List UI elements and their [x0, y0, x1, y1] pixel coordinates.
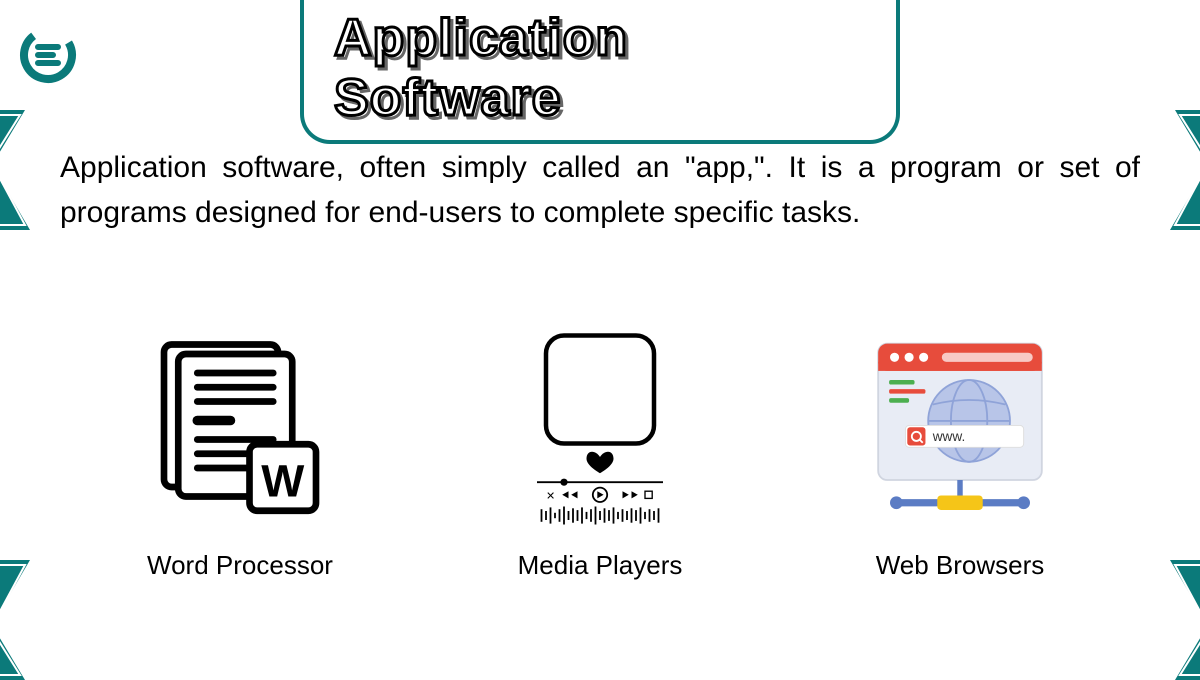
brand-logo-icon	[18, 25, 78, 85]
corner-decoration-icon	[0, 560, 75, 680]
title-container: Application Software Application Softwar…	[300, 0, 900, 144]
web-browser-icon: www.	[860, 330, 1060, 530]
description-text: Application software, often simply calle…	[60, 145, 1140, 235]
example-label: Web Browsers	[876, 550, 1045, 581]
example-item: www. Web Browsers	[860, 330, 1060, 581]
page-title: Application Software Application Softwar…	[334, 8, 866, 128]
example-item: W Word Processor	[140, 330, 340, 581]
example-label: Word Processor	[147, 550, 333, 581]
word-processor-icon: W	[140, 330, 340, 530]
examples-row: W Word Processor ✕	[140, 330, 1060, 581]
svg-text:✕: ✕	[546, 490, 555, 502]
corner-decoration-icon	[1125, 560, 1200, 680]
media-player-icon: ✕	[500, 330, 700, 530]
example-label: Media Players	[518, 550, 683, 581]
svg-text:W: W	[261, 456, 304, 507]
url-text: www.	[932, 429, 966, 444]
example-item: ✕ M	[500, 330, 700, 581]
